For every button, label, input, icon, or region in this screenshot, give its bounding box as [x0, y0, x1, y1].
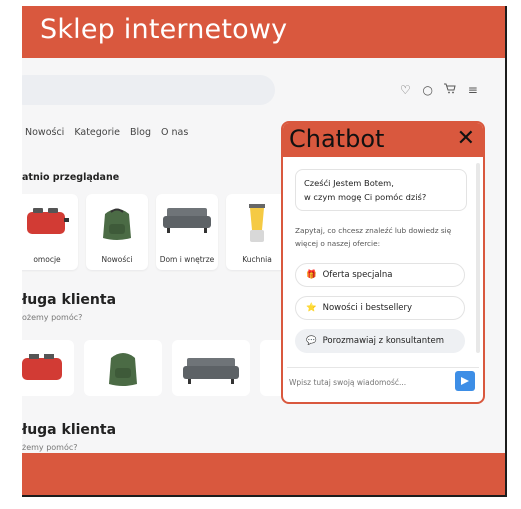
card-label: Kuchnia — [242, 255, 272, 264]
nav-item-about[interactable]: O nas — [161, 127, 188, 138]
backpack-icon — [109, 353, 137, 386]
main-nav: Nowości Kategorie Blog O nas — [25, 127, 188, 138]
footer-bar — [22, 453, 505, 495]
app-window: Sklep internetowy ♡ ○ ≡ Nowości Kategori… — [22, 6, 507, 497]
header-icons: ♡ ○ ≡ — [399, 80, 479, 100]
card-label: Nowości — [101, 255, 133, 264]
product-row — [22, 340, 290, 396]
speech-bubble-icon: 💬 — [306, 336, 317, 346]
send-button[interactable] — [455, 371, 475, 391]
chatbot-title: Chatbot — [289, 125, 385, 153]
chat-scrollbar[interactable] — [476, 163, 480, 353]
option-label: Porozmawiaj z konsultantem — [322, 336, 444, 346]
search-input[interactable] — [22, 75, 275, 105]
star-icon: ⭐ — [306, 303, 317, 313]
category-card[interactable]: omocje — [22, 194, 78, 270]
option-label: Oferta specjalna — [322, 270, 393, 280]
product-card[interactable] — [22, 340, 74, 396]
bot-hint-text: Zapytaj, co chcesz znaleźć lub dowiedz s… — [295, 226, 452, 248]
chat-bubble-icon[interactable]: ○ — [422, 83, 435, 97]
heart-icon[interactable]: ♡ — [399, 83, 412, 97]
category-card[interactable]: Dom i wnętrze — [156, 194, 218, 270]
recent-title: atnio przeglądane — [22, 172, 120, 183]
chatbot-header: Chatbot ✕ — [283, 123, 483, 157]
gift-icon: 🎁 — [306, 270, 317, 280]
toaster-icon — [27, 208, 69, 234]
blender-icon — [249, 204, 265, 242]
greeting-line-2: w czym mogę Ci pomóc dziś? — [304, 192, 427, 202]
customer-service-subtitle-2: żemy pomóc? — [22, 443, 78, 452]
chat-input-area — [287, 367, 479, 394]
product-card[interactable] — [84, 340, 162, 396]
category-card[interactable]: Nowości — [86, 194, 148, 270]
option-label: Nowości i bestsellery — [322, 303, 413, 313]
app-title: Sklep internetowy — [40, 14, 288, 45]
customer-service-title-2: ługa klienta — [22, 422, 117, 438]
nav-item-new[interactable]: Nowości — [25, 127, 64, 138]
card-label: omocje — [33, 255, 61, 264]
option-special-offer-button[interactable]: 🎁 Oferta specjalna — [295, 263, 465, 287]
customer-service-subtitle: ożemy pomóc? — [22, 313, 83, 322]
recent-cards: omocje Nowości Dom i wnętrze Kuchnia — [22, 194, 288, 270]
toaster-icon — [22, 354, 62, 380]
option-talk-to-consultant-button[interactable]: 💬 Porozmawiaj z konsultantem — [295, 329, 465, 353]
category-card[interactable]: Kuchnia — [226, 194, 288, 270]
backpack-icon — [103, 208, 131, 240]
menu-icon[interactable]: ≡ — [467, 83, 480, 97]
product-card[interactable] — [172, 340, 250, 396]
send-icon — [461, 377, 469, 385]
greeting-line-1: Cześći Jestem Botem, — [304, 178, 394, 188]
card-label: Dom i wnętrze — [159, 255, 215, 264]
top-bar: Sklep internetowy — [22, 6, 505, 58]
cart-icon[interactable] — [444, 83, 457, 97]
sofa-icon — [163, 208, 211, 233]
option-new-bestsellers-button[interactable]: ⭐ Nowości i bestsellery — [295, 296, 465, 320]
bot-greeting-bubble: Cześći Jestem Botem, w czym mogę Ci pomó… — [295, 169, 467, 211]
nav-item-categories[interactable]: Kategorie — [74, 127, 120, 138]
close-icon[interactable]: ✕ — [457, 126, 475, 151]
sofa-icon — [183, 358, 239, 384]
chatbot-window: Chatbot ✕ Cześći Jestem Botem, w czym mo… — [281, 121, 485, 404]
nav-item-blog[interactable]: Blog — [130, 127, 151, 138]
customer-service-title: ługa klienta — [22, 292, 117, 308]
chat-message-input[interactable] — [287, 372, 451, 392]
